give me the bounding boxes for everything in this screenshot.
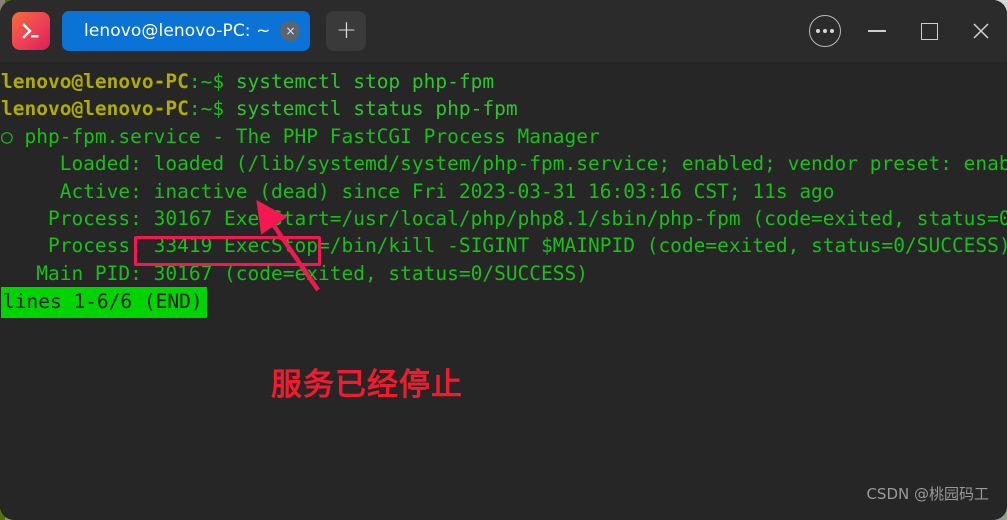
- output-line: Process: 30167 ExecStart=/usr/local/php/…: [1, 206, 1007, 230]
- command-line: lenovo@lenovo-PC:~$ systemctl stop php-f…: [0, 68, 1007, 95]
- pager-status-line: lines 1-6/6 (END): [0, 287, 1007, 318]
- annotation-note: 服务已经停止: [271, 367, 463, 403]
- shell-command: systemctl status php-fpm: [235, 97, 518, 121]
- pager-status-text: lines 1-6/6 (END): [1, 287, 207, 318]
- terminal-output-area[interactable]: lenovo@lenovo-PC:~$ systemctl stop php-f…: [0, 62, 1007, 520]
- shell-prompt-path: :~$: [188, 70, 236, 93]
- command-line: lenovo@lenovo-PC:~$ systemctl status php…: [0, 95, 1007, 122]
- minimize-icon: [868, 30, 886, 32]
- terminal-window: lenovo@lenovo-PC: ~ × + lenovo@lenovo-PC…: [0, 0, 1007, 520]
- shell-command: systemctl stop php-fpm: [235, 70, 495, 93]
- maximize-button[interactable]: [903, 0, 955, 62]
- more-options-button[interactable]: [799, 0, 851, 62]
- shell-prompt-path: :~$: [188, 97, 236, 121]
- ellipsis-icon: [809, 15, 841, 47]
- maximize-icon: [920, 22, 938, 40]
- window-titlebar: lenovo@lenovo-PC: ~ × +: [0, 0, 1007, 62]
- window-controls: [799, 0, 1007, 62]
- output-line: ○ php-fpm.service - The PHP FastCGI Proc…: [1, 124, 600, 148]
- output-line: Loaded: loaded (/lib/systemd/system/php-…: [1, 152, 1007, 176]
- close-window-button[interactable]: [955, 0, 1007, 62]
- close-tab-icon[interactable]: ×: [280, 21, 301, 41]
- minimize-button[interactable]: [851, 0, 903, 62]
- shell-prompt-user: lenovo@lenovo-PC: [1, 70, 189, 93]
- output-line: Active: inactive (dead) since Fri 2023-0…: [1, 179, 835, 203]
- terminal-icon: [12, 12, 50, 50]
- watermark-text: CSDN @桃园码工: [866, 484, 989, 503]
- new-tab-button[interactable]: +: [326, 11, 367, 51]
- status-highlight-box: [134, 236, 321, 266]
- shell-prompt-user: lenovo@lenovo-PC: [1, 97, 189, 121]
- close-icon: [973, 23, 989, 39]
- terminal-tab[interactable]: lenovo@lenovo-PC: ~ ×: [62, 11, 311, 51]
- tab-title: lenovo@lenovo-PC: ~: [84, 21, 271, 41]
